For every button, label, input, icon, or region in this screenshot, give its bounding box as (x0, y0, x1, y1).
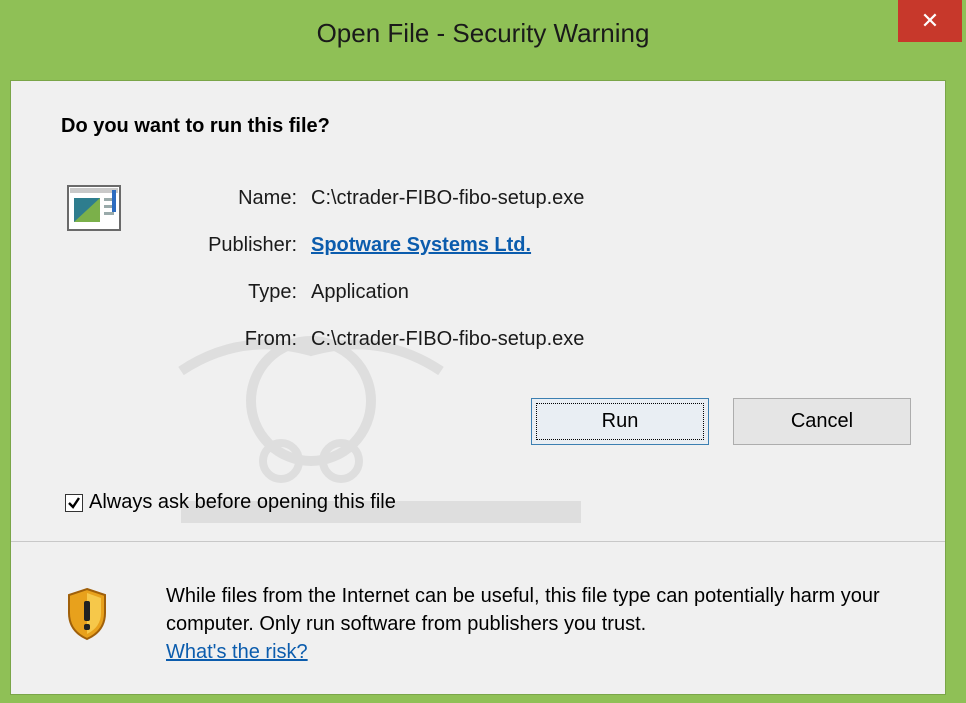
type-label: Type: (248, 281, 297, 303)
application-file-icon (67, 185, 121, 231)
question-heading: Do you want to run this file? (61, 115, 330, 137)
from-label: From: (244, 328, 297, 350)
field-values: C:\ctrader-FIBO-fibo-setup.exe Spotware … (311, 184, 584, 372)
always-ask-label: Always ask before opening this file (89, 491, 396, 513)
dialog-body: Do you want to run this file? Name: Publ… (10, 80, 946, 695)
warning-shield-icon (68, 587, 106, 641)
warning-text-block: While files from the Internet can be use… (166, 582, 926, 666)
run-button[interactable]: Run (531, 398, 709, 445)
cancel-label: Cancel (790, 410, 854, 432)
name-label: Name: (238, 187, 297, 209)
security-warning-dialog: Open File - Security Warning ✕ Do you wa… (0, 0, 966, 703)
close-button[interactable]: ✕ (898, 0, 962, 42)
name-value: C:\ctrader-FIBO-fibo-setup.exe (311, 187, 585, 209)
close-icon: ✕ (920, 8, 940, 33)
publisher-link[interactable]: Spotware Systems Ltd. (311, 234, 531, 256)
focus-rectangle (536, 403, 704, 440)
field-labels: Name: Publisher: Type: From: (171, 184, 297, 372)
warning-panel: While files from the Internet can be use… (11, 542, 945, 694)
cancel-button[interactable]: Cancel (733, 398, 911, 445)
always-ask-checkbox[interactable] (65, 493, 83, 512)
warning-message: While files from the Internet can be use… (166, 585, 880, 635)
window-title: Open File - Security Warning (316, 18, 650, 48)
title-bar[interactable]: Open File - Security Warning ✕ (0, 0, 966, 80)
whats-the-risk-link[interactable]: What's the risk? (166, 641, 308, 663)
checkmark-icon (68, 496, 80, 509)
from-value: C:\ctrader-FIBO-fibo-setup.exe (311, 328, 585, 350)
publisher-label: Publisher: (208, 234, 297, 256)
always-ask-option[interactable]: Always ask before opening this file (65, 491, 396, 514)
type-value: Application (311, 281, 409, 303)
